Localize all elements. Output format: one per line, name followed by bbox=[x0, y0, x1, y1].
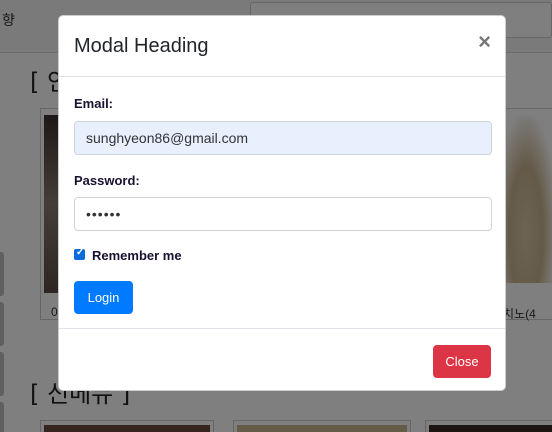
login-modal: Modal Heading × Email: Password: ✓ Remem… bbox=[58, 15, 506, 391]
remember-me-checkbox[interactable]: ✓ bbox=[74, 247, 85, 260]
check-icon: ✓ bbox=[76, 247, 85, 258]
email-label: Email: bbox=[74, 96, 114, 111]
login-button[interactable]: Login bbox=[74, 281, 133, 314]
modal-footer: Close bbox=[59, 328, 505, 390]
close-button[interactable]: Close bbox=[433, 345, 491, 378]
password-field[interactable] bbox=[74, 197, 492, 231]
modal-header: Modal Heading × bbox=[59, 16, 505, 77]
remember-me-label[interactable]: Remember me bbox=[92, 248, 182, 263]
password-label: Password: bbox=[74, 173, 140, 188]
close-icon[interactable]: × bbox=[478, 31, 491, 53]
email-field[interactable] bbox=[74, 121, 492, 155]
modal-title: Modal Heading bbox=[74, 35, 209, 57]
page: 향 [ 인 0 푸치노(4 [ 신메뉴 ] Modal Heading × Em… bbox=[0, 0, 552, 432]
